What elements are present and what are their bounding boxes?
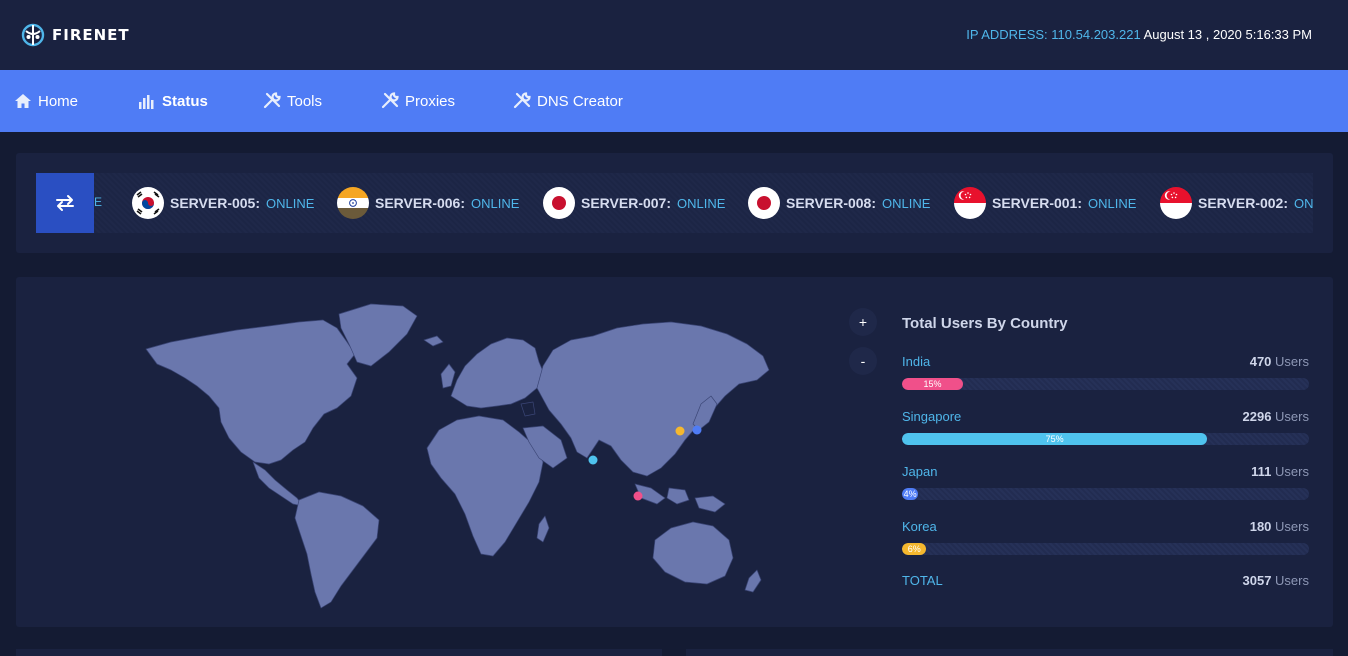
total-unit: Users <box>1275 573 1309 588</box>
progress-track: 15% <box>902 378 1309 390</box>
server-status: ONLINE <box>471 195 520 211</box>
country-name: India <box>902 354 931 369</box>
user-count: 2296 <box>1242 409 1272 424</box>
progress-fill: 15% <box>902 378 964 390</box>
japan-flag-icon <box>748 187 780 219</box>
server-item: SERVER-006: ONLINE <box>337 187 519 219</box>
country-name: Korea <box>902 519 937 534</box>
marker-korea[interactable] <box>675 426 685 436</box>
tools-icon <box>513 92 531 109</box>
user-unit: Users <box>1275 464 1309 479</box>
user-unit: Users <box>1275 409 1309 424</box>
server-item: SERVER-008: ONLINE <box>748 187 930 219</box>
nav-home-label: Home <box>38 92 79 110</box>
server-status: ONLINE <box>1088 195 1137 211</box>
marker-india[interactable] <box>588 455 598 465</box>
server-item: SERVER-005: ONLINE <box>132 187 314 219</box>
server-item: SERVER-002: ONLINE <box>1160 187 1313 219</box>
progress-fill: 4% <box>902 488 919 500</box>
total-label: TOTAL <box>902 573 943 588</box>
ticker-toggle-button[interactable] <box>36 173 94 233</box>
total-row: TOTAL 3057 Users <box>902 573 1309 588</box>
country-row: India 470 Users 15% <box>902 354 1309 390</box>
home-icon <box>15 94 31 108</box>
country-row: Singapore 2296 Users 75% <box>902 409 1309 445</box>
nav-proxies[interactable]: Proxies <box>381 90 455 112</box>
user-count: 180 <box>1249 519 1272 534</box>
marker-japan[interactable] <box>692 425 702 435</box>
user-unit: Users <box>1275 354 1309 369</box>
nav-proxies-label: Proxies <box>405 92 456 110</box>
nav-dns-creator-label: DNS Creator <box>537 92 623 110</box>
zoom-in-button[interactable]: + <box>849 308 877 336</box>
server-status: ONLINE <box>677 195 726 211</box>
server-name: SERVER-002: <box>1198 195 1289 211</box>
zoom-out-button[interactable]: - <box>849 347 877 375</box>
server-ticker[interactable]: E SERVER-005: ONLINE SERVER-006: ONLINE <box>36 173 1313 233</box>
server-item: SERVER-007: ONLINE <box>543 187 725 219</box>
bar-chart-icon <box>139 95 154 109</box>
swap-arrows-icon <box>56 195 74 211</box>
current-datetime: August 13 , 2020 5:16:33 PM <box>1143 27 1312 42</box>
next-panel-right <box>686 649 1333 656</box>
progress-track: 6% <box>902 543 1309 555</box>
server-status-cut: E <box>94 195 103 209</box>
user-count: 470 <box>1249 354 1272 369</box>
ip-address: IP ADDRESS: 110.54.203.221 <box>966 27 1141 42</box>
server-status: ONLINE <box>882 195 931 211</box>
progress-track: 75% <box>902 433 1309 445</box>
progress-fill: 6% <box>902 543 927 555</box>
progress-fill: 75% <box>902 433 1208 445</box>
country-name: Japan <box>902 464 938 479</box>
server-status-panel: E SERVER-005: ONLINE SERVER-006: ONLINE <box>16 153 1333 253</box>
total-count: 3057 <box>1242 573 1272 588</box>
korea-flag-icon <box>132 187 164 219</box>
firenet-logo-icon <box>21 23 45 47</box>
nav-home[interactable]: Home <box>14 90 78 112</box>
brand[interactable]: FIRENET <box>20 22 130 48</box>
user-count: 111 <box>1251 464 1272 479</box>
singapore-flag-icon <box>1160 187 1192 219</box>
server-name: SERVER-007: <box>581 195 672 211</box>
server-status: ONLINE <box>266 195 315 211</box>
stats-title: Total Users By Country <box>902 315 1068 332</box>
nav-tools[interactable]: Tools <box>263 90 322 112</box>
singapore-flag-icon <box>954 187 986 219</box>
nav-status[interactable]: Status <box>138 90 208 112</box>
world-map[interactable] <box>141 292 781 612</box>
server-name: SERVER-001: <box>992 195 1083 211</box>
nav-tools-label: Tools <box>287 92 323 110</box>
users-map-panel: + - Total Users By Country India 470 Use… <box>16 277 1333 627</box>
japan-flag-icon <box>543 187 575 219</box>
main-nav: Home Status Tools Proxies DNS Creator <box>0 70 1348 132</box>
server-name: SERVER-008: <box>786 195 877 211</box>
progress-track: 4% <box>902 488 1309 500</box>
user-unit: Users <box>1275 519 1309 534</box>
nav-dns-creator[interactable]: DNS Creator <box>513 90 623 112</box>
country-name: Singapore <box>902 409 962 424</box>
tools-icon <box>381 92 399 109</box>
server-name: SERVER-006: <box>375 195 466 211</box>
country-row: Korea 180 Users 6% <box>902 519 1309 555</box>
top-header: FIRENET IP ADDRESS: 110.54.203.221 Augus… <box>0 0 1348 70</box>
users-by-country: Total Users By Country India 470 Users 1… <box>902 315 1309 588</box>
connection-info: IP ADDRESS: 110.54.203.221 August 13 , 2… <box>966 27 1312 42</box>
server-name: SERVER-005: <box>170 195 261 211</box>
next-panel-left <box>16 649 662 656</box>
marker-singapore[interactable] <box>633 491 643 501</box>
nav-status-label: Status <box>162 92 208 110</box>
tools-icon <box>263 92 281 109</box>
server-status: ONLINE <box>1294 195 1313 211</box>
india-flag-icon <box>337 187 369 219</box>
country-row: Japan 111 Users 4% <box>902 464 1309 500</box>
brand-name: FIRENET <box>52 26 130 44</box>
server-item: SERVER-001: ONLINE <box>954 187 1136 219</box>
